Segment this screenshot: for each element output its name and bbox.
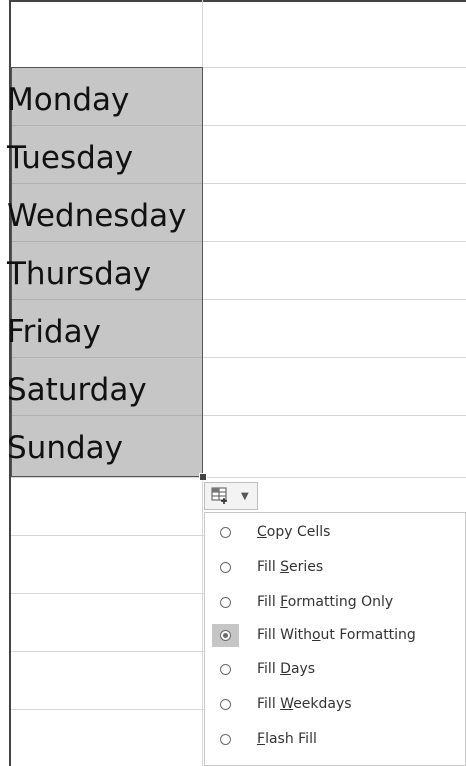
- row-gridline: [203, 415, 466, 416]
- cell-day[interactable]: Monday: [7, 68, 129, 126]
- cell-day[interactable]: Friday: [7, 300, 101, 358]
- menu-item-fill-days[interactable]: Fill Days: [205, 655, 466, 685]
- menu-item-fill-formatting-only[interactable]: Fill Formatting Only: [205, 588, 466, 618]
- autofill-options-menu: Copy Cells Fill Series Fill Formatting O…: [204, 512, 466, 766]
- row-gridline: [11, 477, 466, 478]
- menu-item-flash-fill[interactable]: Flash Fill: [205, 725, 466, 755]
- cell-day[interactable]: Wednesday: [7, 184, 186, 242]
- autofill-options-button[interactable]: ▼: [204, 482, 258, 510]
- row-gridline: [203, 183, 466, 184]
- menu-item-fill-without-formatting[interactable]: Fill Without Formatting: [205, 621, 466, 651]
- chevron-down-icon: ▼: [241, 491, 249, 502]
- menu-item-fill-series[interactable]: Fill Series: [205, 553, 466, 583]
- row-gridline: [203, 241, 466, 242]
- row-gridline: [203, 299, 466, 300]
- menu-item-copy-cells[interactable]: Copy Cells: [205, 518, 466, 548]
- menu-item-fill-weekdays[interactable]: Fill Weekdays: [205, 690, 466, 720]
- radio-button[interactable]: [220, 664, 231, 675]
- cell-day[interactable]: Saturday: [7, 358, 147, 416]
- cell-day[interactable]: Sunday: [7, 416, 123, 474]
- cell-day[interactable]: Thursday: [7, 242, 151, 300]
- autofill-options-icon: [211, 487, 227, 504]
- radio-button[interactable]: [220, 527, 231, 538]
- row-gridline: [203, 357, 466, 358]
- radio-button[interactable]: [220, 699, 231, 710]
- radio-button[interactable]: [220, 597, 231, 608]
- row-gridline: [203, 125, 466, 126]
- cell-day[interactable]: Tuesday: [7, 126, 133, 184]
- radio-button[interactable]: [220, 562, 231, 573]
- radio-button-selected[interactable]: [220, 630, 231, 641]
- radio-button[interactable]: [220, 734, 231, 745]
- fill-handle[interactable]: [199, 473, 207, 481]
